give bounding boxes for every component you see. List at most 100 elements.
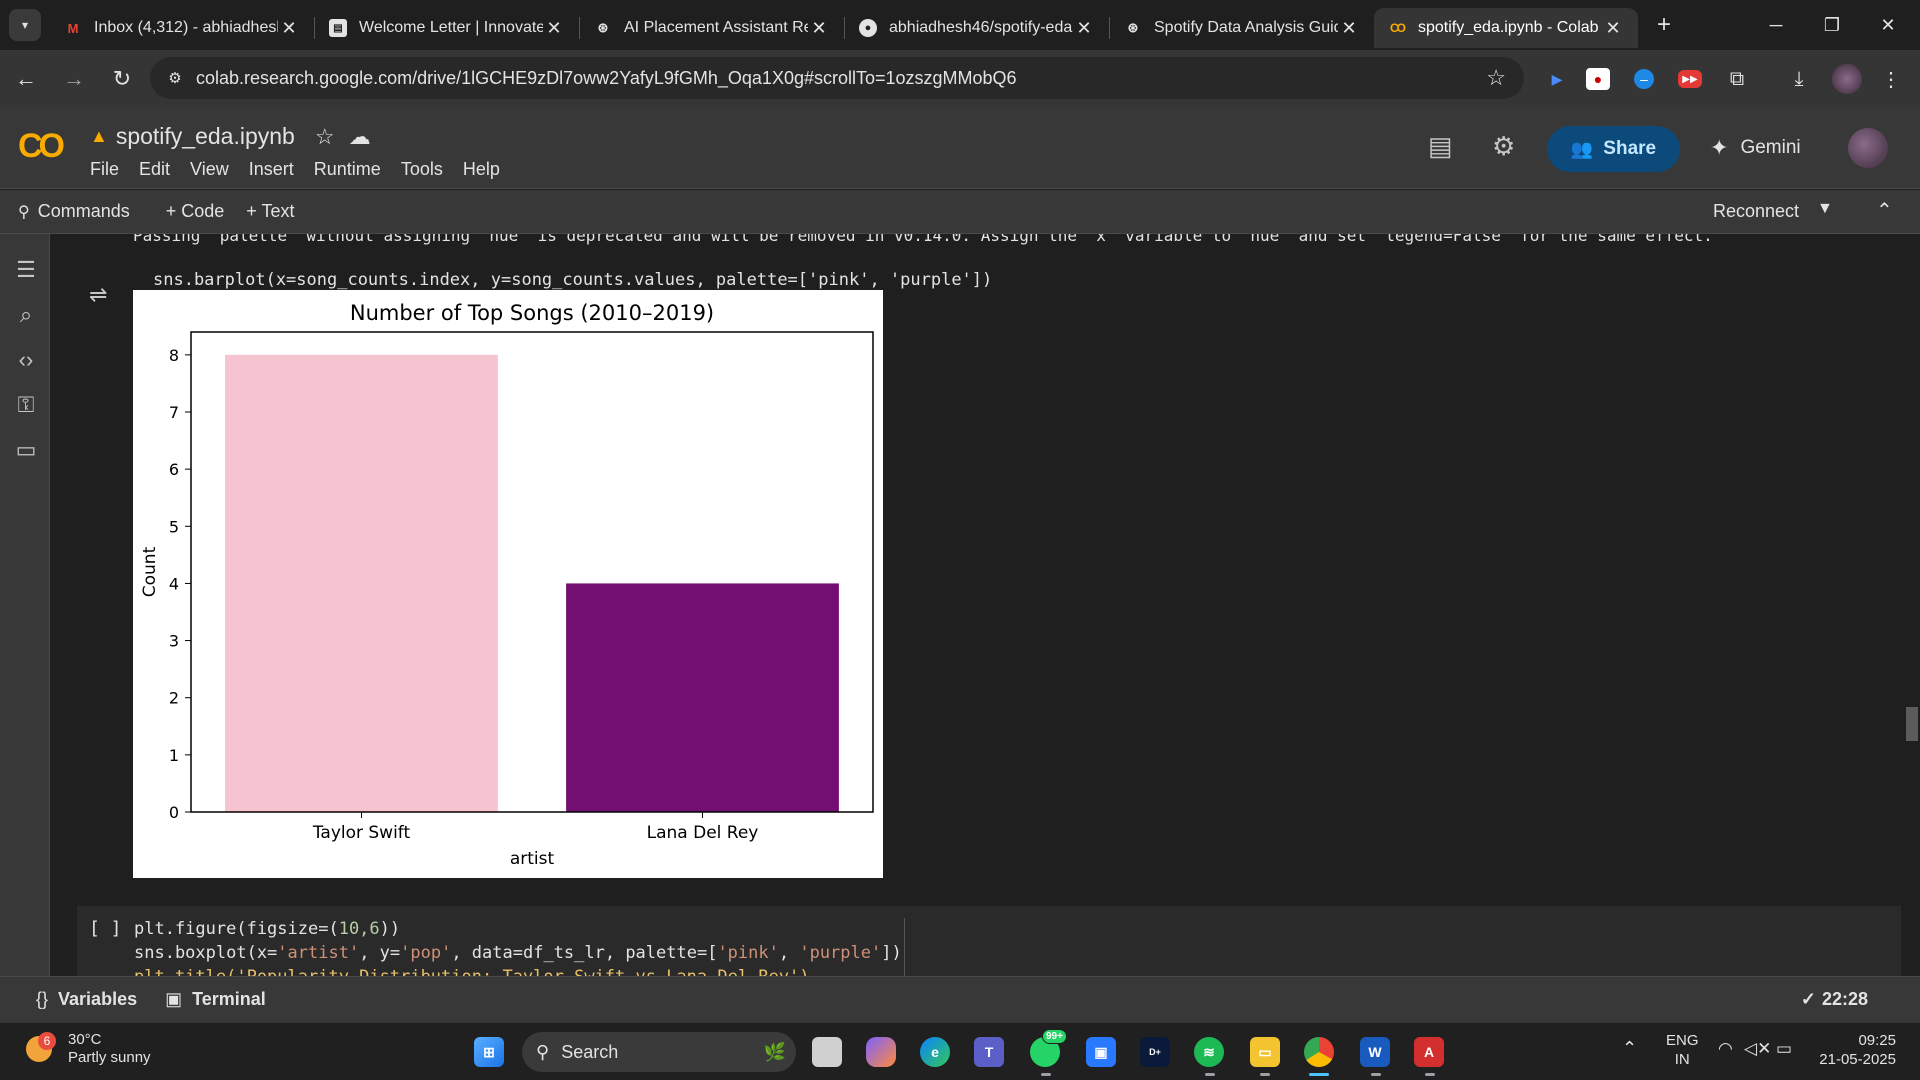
extension-translate-icon[interactable]: – (1634, 69, 1654, 89)
download-icon[interactable]: ⤓ (1784, 64, 1814, 94)
clock[interactable]: 09:25 21-05-2025 (1816, 1031, 1896, 1069)
y-tick-label: 7 (169, 403, 179, 422)
code-snippets-icon[interactable]: ‹› (12, 346, 40, 374)
gemini-button[interactable]: ✦ Gemini (1710, 135, 1801, 161)
menu-help[interactable]: Help (463, 159, 500, 180)
address-bar[interactable]: ⚙ colab.research.google.com/drive/1lGCHE… (150, 57, 1524, 99)
menu-view[interactable]: View (190, 159, 229, 180)
run-cell-button[interactable]: [ ] (89, 918, 122, 939)
table-of-contents-icon[interactable]: ☰ (12, 256, 40, 284)
y-tick-label: 5 (169, 517, 179, 536)
browser-tab-active[interactable]: CO spotify_eda.ipynb - Colab ✕ (1374, 8, 1638, 48)
weather-widget[interactable]: 6 30°C Partly sunny (24, 1031, 151, 1067)
add-text-button[interactable]: + Text (246, 201, 294, 222)
execution-status[interactable]: ✓ 22:28 (1801, 989, 1868, 1010)
menu-runtime[interactable]: Runtime (314, 159, 381, 180)
avatar[interactable] (1848, 128, 1888, 168)
running-indicator-active (1309, 1073, 1329, 1076)
browser-tab-strip: ▾ M Inbox (4,312) - abhiadhesh ✕ ▤ Welco… (0, 0, 1920, 50)
windows-start-icon[interactable]: ⊞ (474, 1037, 504, 1067)
clock-date: 21-05-2025 (1819, 1051, 1896, 1068)
tab-search-button[interactable]: ▾ (0, 0, 50, 50)
edge-icon[interactable]: e (920, 1037, 950, 1067)
menu-file[interactable]: File (90, 159, 119, 180)
whatsapp-icon[interactable]: 99+ (1030, 1029, 1067, 1067)
chevron-up-icon[interactable]: ⌃ (1622, 1039, 1637, 1058)
acrobat-icon[interactable]: A (1414, 1037, 1444, 1067)
output-toggle-icon[interactable]: ⇌ (89, 282, 107, 308)
discord-icon[interactable]: ▣ (1086, 1037, 1116, 1067)
add-code-button[interactable]: + Code (166, 201, 225, 222)
site-info-icon[interactable]: ⚙ (164, 67, 186, 89)
cloud-icon[interactable]: ☁ (349, 124, 371, 150)
close-icon[interactable]: ✕ (808, 18, 830, 39)
menu-edit[interactable]: Edit (139, 159, 170, 180)
terminal-icon: ▣ (165, 989, 183, 1009)
browser-toolbar: ← → ↻ ⚙ colab.research.google.com/drive/… (0, 50, 1920, 107)
chevron-up-icon[interactable]: ⌃ (1876, 198, 1893, 223)
battery-icon[interactable]: ▭ (1776, 1039, 1792, 1058)
folder-icon[interactable]: ▭ (12, 436, 40, 464)
disney-hotstar-icon[interactable]: D+ (1140, 1037, 1170, 1067)
copilot-icon[interactable] (866, 1037, 896, 1067)
bookmark-star-icon[interactable]: ☆ (1486, 65, 1506, 91)
code-token: )) (379, 919, 401, 939)
language-indicator[interactable]: ENG IN (1666, 1031, 1699, 1069)
chrome-icon[interactable] (1304, 1037, 1334, 1067)
terminal-button[interactable]: ▣ Terminal (165, 989, 266, 1010)
close-icon[interactable]: ✕ (1338, 18, 1360, 39)
teams-icon[interactable]: T (974, 1037, 1004, 1067)
whatsapp-badge: 99+ (1042, 1029, 1067, 1044)
close-window-button[interactable]: ✕ (1860, 0, 1916, 50)
key-icon[interactable]: ⚿ (12, 391, 40, 419)
settings-gear-icon[interactable]: ⚙ (1492, 131, 1515, 162)
browser-tab[interactable]: ▤ Welcome Letter | Innovatech ✕ (315, 8, 579, 48)
speaker-muted-icon[interactable]: ◁✕ (1744, 1039, 1771, 1058)
close-icon[interactable]: ✕ (1602, 18, 1624, 39)
comment-icon[interactable]: ▤ (1428, 131, 1453, 162)
menu-tools[interactable]: Tools (401, 159, 443, 180)
profile-avatar[interactable] (1832, 64, 1862, 94)
reconnect-button[interactable]: Reconnect (1713, 201, 1799, 222)
task-view-icon[interactable] (812, 1037, 842, 1067)
variables-label: Variables (58, 989, 138, 1009)
share-button[interactable]: 👥 Share (1547, 126, 1680, 172)
extensions-puzzle-icon[interactable]: ⧉ (1722, 64, 1752, 94)
new-tab-button[interactable]: + (1644, 5, 1684, 45)
scrollbar-thumb[interactable] (1906, 707, 1918, 741)
reload-button[interactable]: ↻ (100, 57, 144, 101)
file-explorer-icon[interactable]: ▭ (1250, 1037, 1280, 1067)
star-icon[interactable]: ☆ (315, 124, 335, 150)
extension-youtube-icon[interactable]: ▶▶ (1678, 70, 1702, 88)
colab-logo[interactable]: CO (18, 127, 65, 166)
wifi-icon[interactable]: ◠ (1718, 1039, 1733, 1058)
close-icon[interactable]: ✕ (278, 18, 300, 39)
extension-record-icon[interactable]: ● (1586, 68, 1610, 90)
browser-tab[interactable]: M Inbox (4,312) - abhiadhesh ✕ (50, 8, 314, 48)
find-icon[interactable]: ⌕ (12, 301, 40, 329)
extension-play-icon[interactable]: ▶ (1542, 64, 1572, 94)
spotify-icon[interactable]: ≋ (1194, 1037, 1224, 1067)
menu-insert[interactable]: Insert (249, 159, 294, 180)
restore-button[interactable]: ❐ (1804, 0, 1860, 50)
browser-tab[interactable]: ⊛ Spotify Data Analysis Guide ✕ (1110, 8, 1374, 48)
browser-tab[interactable]: ● abhiadhesh46/spotify-eda ✕ (845, 8, 1109, 48)
gemini-label: Gemini (1740, 137, 1801, 158)
browser-tab[interactable]: ⊛ AI Placement Assistant Rep ✕ (580, 8, 844, 48)
close-icon[interactable]: ✕ (543, 18, 565, 39)
forward-button[interactable]: → (52, 57, 96, 101)
browser-menu-icon[interactable]: ⋮ (1876, 64, 1906, 94)
word-icon[interactable]: W (1360, 1037, 1390, 1067)
variables-button[interactable]: {} Variables (36, 989, 137, 1010)
minimize-button[interactable]: ─ (1748, 0, 1804, 50)
commands-button[interactable]: ⚲ Commands (18, 201, 130, 222)
close-icon[interactable]: ✕ (1073, 18, 1095, 39)
code-cell[interactable]: [ ] plt.figure(figsize=(10,6)) sns.boxpl… (77, 906, 1901, 976)
y-tick-label: 3 (169, 632, 179, 651)
chevron-down-icon[interactable]: ▼ (1817, 200, 1833, 218)
taskbar-search[interactable]: ⚲ Search 🌿 (522, 1032, 796, 1072)
back-button[interactable]: ← (4, 57, 48, 101)
notebook-title[interactable]: spotify_eda.ipynb (116, 123, 295, 150)
code-token: 'purple' (799, 943, 882, 963)
tab-title: Welcome Letter | Innovatech (359, 19, 543, 36)
